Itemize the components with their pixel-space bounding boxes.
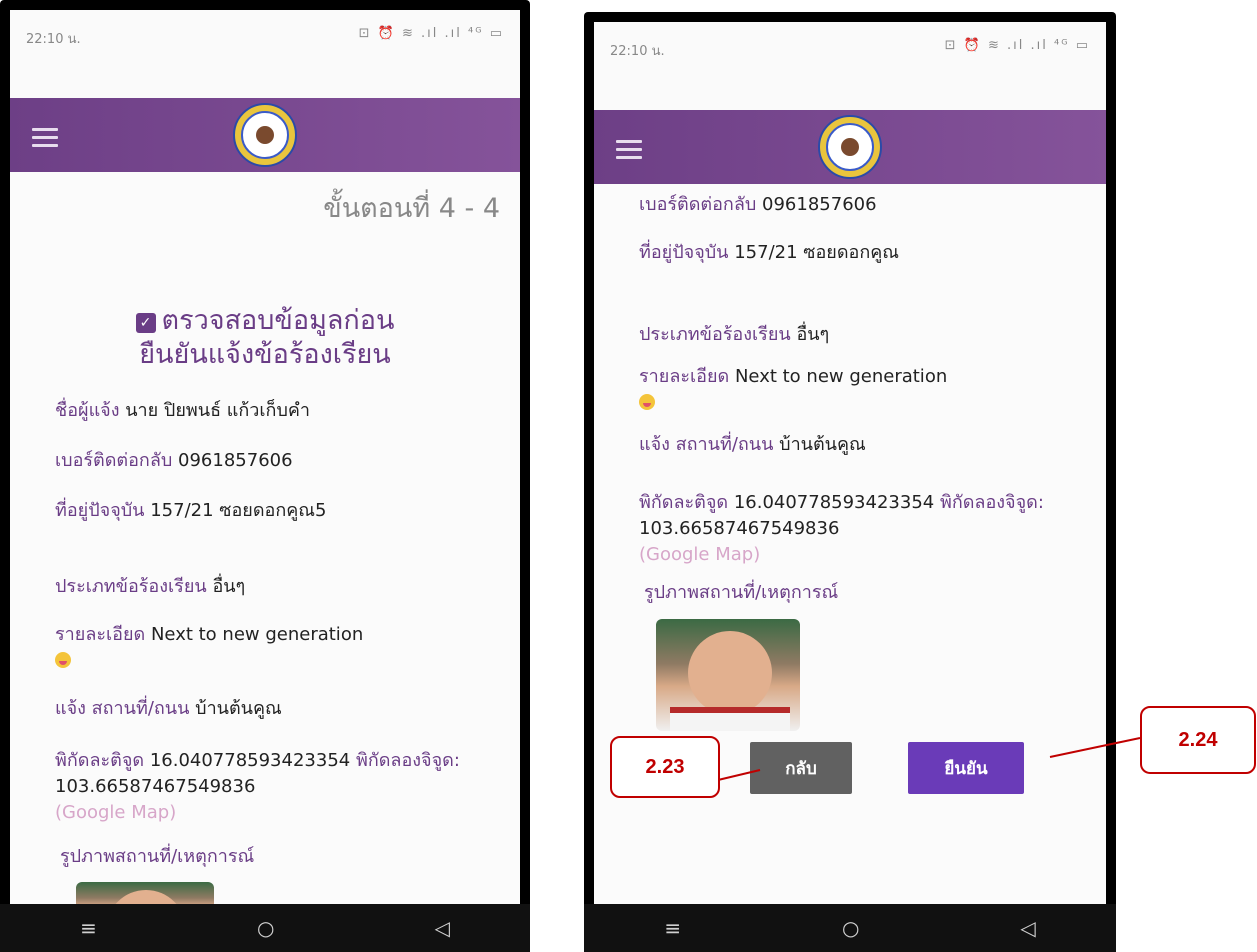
callout-line-back bbox=[717, 769, 761, 781]
callout-lines bbox=[717, 737, 1141, 781]
callout-back: 2.23 bbox=[610, 736, 720, 798]
callout-confirm: 2.24 bbox=[1140, 706, 1256, 774]
callout-line-confirm bbox=[1049, 737, 1141, 758]
